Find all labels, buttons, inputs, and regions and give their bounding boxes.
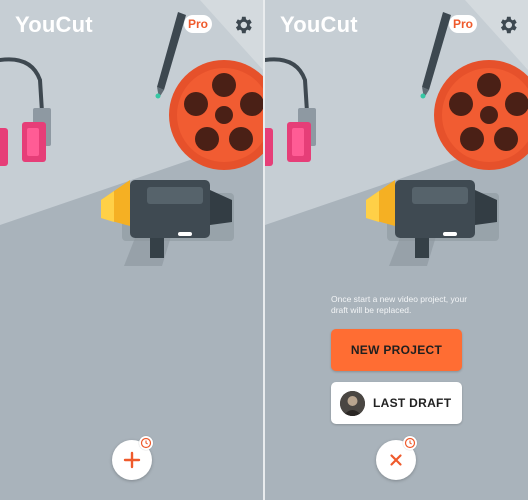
pro-badge[interactable]: Pro: [449, 15, 477, 33]
pro-badge[interactable]: Pro: [184, 15, 212, 33]
app-logo: YouCut: [280, 12, 358, 37]
gear-icon[interactable]: [232, 14, 254, 36]
home-screen: YouCut Pro: [0, 0, 263, 500]
last-draft-label: LAST DRAFT: [373, 396, 452, 410]
home-screen-expanded: YouCut Pro Once start a new video projec…: [265, 0, 528, 500]
clock-icon: [403, 436, 417, 450]
hero-illustration: [0, 0, 263, 268]
new-project-button[interactable]: NEW PROJECT: [331, 329, 462, 371]
new-project-fab[interactable]: [112, 436, 153, 480]
gear-icon[interactable]: [497, 14, 519, 36]
last-draft-button[interactable]: LAST DRAFT: [331, 382, 462, 424]
close-fab[interactable]: [376, 436, 417, 480]
clock-icon: [139, 436, 153, 450]
hero-illustration: [265, 0, 528, 268]
draft-warning-text: Once start a new video project, your dra…: [331, 294, 468, 315]
app-logo: YouCut: [15, 12, 93, 37]
draft-thumbnail: [340, 391, 365, 416]
